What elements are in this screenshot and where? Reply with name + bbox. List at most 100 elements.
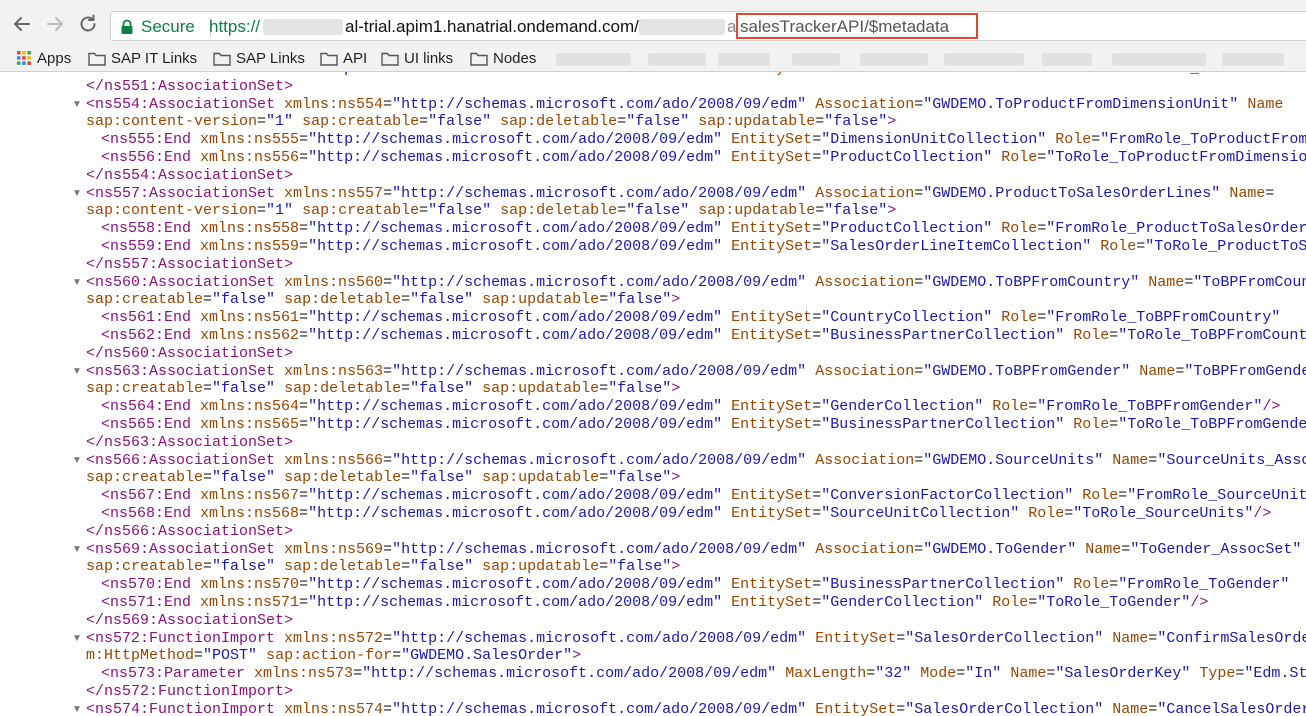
xml-text [992,309,1001,326]
collapse-toggle-icon[interactable]: ▼ [72,363,82,381]
xml-text [275,630,284,647]
xml-value: "CountryCollection" [821,309,993,327]
back-button[interactable] [10,12,34,36]
xml-tag: <ns569:AssociationSet [86,540,276,558]
xml-attribute: sap:updatable [482,380,600,398]
xml-text [191,416,200,433]
xml-tag: </ns572:FunctionImport> [86,683,294,700]
xml-attribute: Association [815,540,915,558]
xml-text: = [1028,594,1038,611]
bookmark-folder-sap-links[interactable]: SAP Links [213,50,305,68]
collapse-toggle-icon[interactable]: ▼ [72,701,82,716]
redacted-bookmark[interactable] [1042,53,1092,66]
xml-text: = [1037,149,1047,166]
xml-attribute: xmlns:ns563 [284,362,384,380]
xml-value: "ToGender_AssocSet" [1130,540,1302,558]
collapse-toggle-icon[interactable]: ▼ [72,541,82,559]
xml-text: = [815,202,825,220]
bookmark-folder-api[interactable]: API [320,50,367,68]
redacted-bookmark[interactable] [718,53,770,66]
bookmark-apps[interactable]: Apps [16,50,71,68]
xml-line: <ns571:End xmlns:ns571="http://schemas.m… [101,594,1208,612]
bookmark-folder-ui-links[interactable]: UI links [381,50,453,68]
collapse-toggle-icon[interactable]: ▼ [72,96,82,114]
xml-attribute: EntitySet [731,487,813,505]
back-arrow-icon [13,17,30,31]
xml-line: <ns558:End xmlns:ns558="http://schemas.m… [101,220,1306,238]
bookmark-folder-sap-it-links[interactable]: SAP IT Links [88,50,197,68]
bookmark-folder-nodes[interactable]: Nodes [470,50,536,68]
xml-tag: </ns560:AssociationSet> [86,344,294,362]
reload-button[interactable] [76,12,100,36]
redacted-bookmark[interactable] [860,53,928,66]
collapse-toggle-icon[interactable]: ▼ [72,630,82,648]
xml-text [275,701,284,716]
xml-value: "GWDEMO.ToBPFromCountry" [923,273,1140,291]
xml-text [722,416,731,433]
xml-attribute: xmlns:ns561 [200,309,300,327]
xml-value: "http://schemas.microsoft.com/ado/2008/0… [308,72,722,77]
xml-text: = [299,72,308,77]
xml-text [275,274,284,291]
xml-value: "http://schemas.microsoft.com/ado/2008/0… [308,505,723,522]
collapse-toggle-icon[interactable]: ▼ [72,274,82,292]
url-path: salesTrackerAPI/$metadata [740,17,950,36]
redacted-bookmark[interactable] [1222,53,1284,66]
xml-value: "false" [626,113,690,131]
xml-value: "false" [608,558,672,576]
xml-line: <ns563:AssociationSet xmlns:ns563="http:… [86,363,1306,381]
xml-value: "http://schemas.microsoft.com/ado/2008/0… [308,416,723,433]
address-bar[interactable]: Secure https:// al-trial.apim1.hanatrial… [110,11,1306,41]
xml-value: "http://schemas.microsoft.com/ado/2008/0… [392,451,807,469]
xml-text: = [617,202,627,220]
xml-line: </ns569:AssociationSet> [86,612,293,630]
xml-value: "http://schemas.microsoft.com/ado/2008/0… [308,131,723,149]
xml-value: "SalesOrderLineItemCollection" [821,238,1092,255]
xml-value: "In" [965,665,1002,683]
xml-value: "32" [875,665,912,683]
xml-text [275,185,284,202]
redacted-bookmark[interactable] [648,53,706,66]
xml-text [806,363,815,380]
xml-text [1076,541,1085,558]
xml-line: </ns572:FunctionImport> [86,683,293,701]
xml-text [275,291,284,308]
redacted-bookmark[interactable] [1112,53,1206,66]
bookmark-label: SAP Links [236,50,305,67]
xml-text: = [599,558,609,576]
redacted-bookmark[interactable] [556,53,631,66]
xml-text [191,398,200,415]
xml-value: "false" [824,202,888,220]
xml-line: <ns559:End xmlns:ns559="http://schemas.m… [101,238,1306,256]
xml-text [722,131,731,148]
forward-button[interactable] [43,12,67,36]
xml-tag: </ns569:AssociationSet> [86,611,294,629]
xml-line: <ns561:End xmlns:ns561="http://schemas.m… [101,309,1280,327]
xml-value: "http://schemas.microsoft.com/ado/2008/0… [392,362,807,380]
redacted-url-segment [639,19,725,35]
redacted-bookmark[interactable] [792,53,840,66]
xml-attribute: Association [815,184,915,202]
collapse-toggle-icon[interactable]: ▼ [72,185,82,203]
folder-icon [381,52,399,66]
xml-tag: <ns570:End [101,576,192,594]
xml-text: = [1184,273,1194,291]
xml-text [473,291,482,308]
xml-line: <ns564:End xmlns:ns564="http://schemas.m… [101,398,1280,416]
xml-value: "http://schemas.microsoft.com/ado/2008/0… [392,629,807,647]
xml-text [275,96,284,113]
xml-line: <ns567:End xmlns:ns567="http://schemas.m… [101,487,1306,505]
xml-text [275,380,284,397]
xml-text: = [1037,309,1047,327]
collapse-toggle-icon[interactable]: ▼ [72,452,82,470]
xml-tag: > [572,647,582,665]
xml-tag: <ns560:AssociationSet [86,273,276,291]
xml-attribute: xmlns:ns574 [284,700,384,716]
xml-attribute: xmlns:ns573 [254,665,354,683]
xml-tag: > [671,469,681,487]
xml-attribute: EntitySet [731,72,812,77]
xml-line: sap:creatable="false" sap:deletable="fal… [86,291,680,309]
redacted-bookmark[interactable] [944,53,1024,66]
xml-value: "1" [266,113,294,131]
xml-attribute: Name [1010,665,1047,683]
